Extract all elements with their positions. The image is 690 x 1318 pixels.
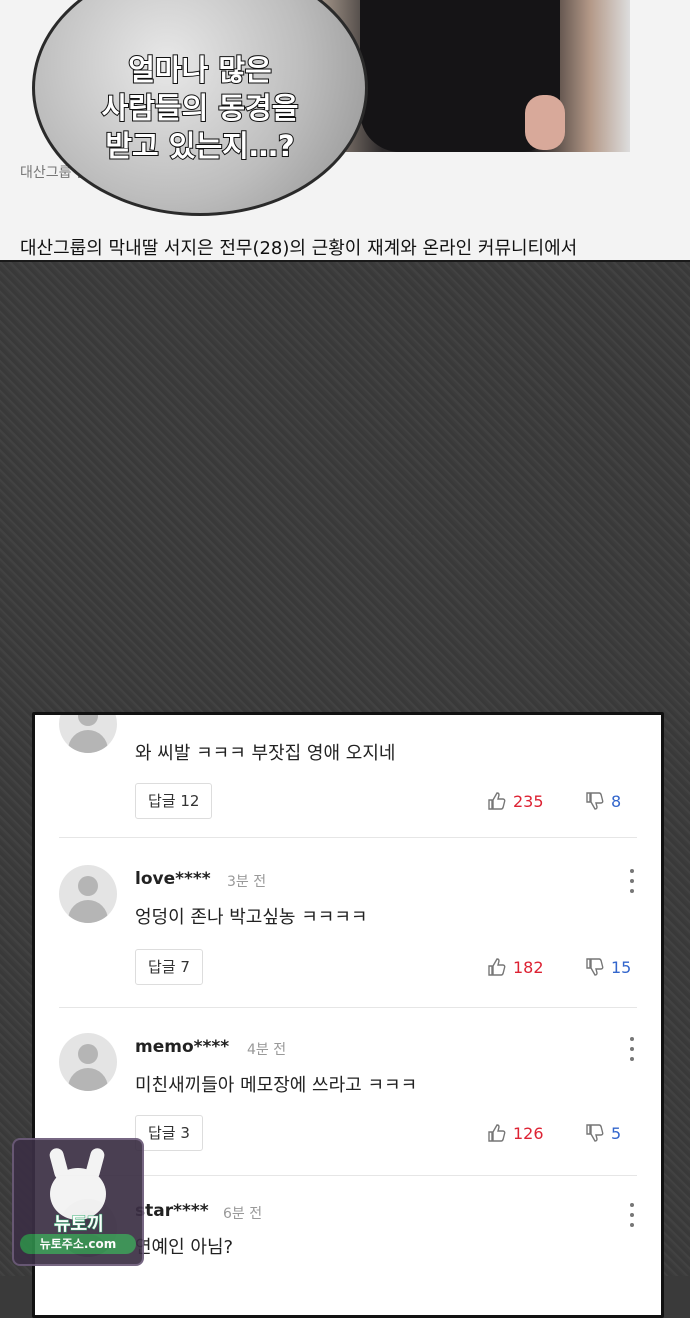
speech-bubble: 얼마나 많은 사람들의 동경을 받고 있는지…? [32,0,368,216]
avatar-icon [59,865,117,923]
logo-site: 뉴토주소.com [20,1234,136,1254]
comment-text: 연예인 아님? [135,1237,234,1258]
thumbs-up-icon [488,792,506,810]
dislike-count: 8 [611,791,622,811]
comment-separator [59,1175,637,1176]
comment-separator [59,1007,637,1008]
reply-button[interactable]: 답글 12 [135,783,213,819]
dislike-count: 5 [611,1123,622,1143]
thumbs-up-icon [488,958,506,976]
comment-separator [59,837,637,838]
avatar-icon [59,715,117,753]
thumbs-down-icon [586,958,604,976]
avatar-icon [59,1033,117,1091]
speech-bubble-text: 얼마나 많은 사람들의 동경을 받고 있는지…? [101,52,300,164]
article-panel: 대산그룹 출근하고 있다. /사진=대산그룹 얼마나 많은 사람들의 동경을 받… [0,0,690,262]
comment-user[interactable]: jkok [135,712,175,715]
comment-user[interactable]: memo**** [135,1037,229,1057]
logo-title: 뉴토끼 [54,1214,105,1236]
dislike-button[interactable]: 15 [585,955,631,979]
site-logo: 뉴토끼 뉴토주소.com [12,1138,144,1266]
thumbs-down-icon [586,1124,604,1142]
comment-time: 4분 전 [247,1042,287,1058]
like-count: 182 [513,957,544,977]
like-button[interactable]: 126 [487,1121,544,1145]
like-count: 126 [513,1123,544,1143]
dislike-count: 15 [611,957,632,977]
comment-user[interactable]: star**** [135,1201,209,1221]
thumbs-down-icon [586,792,604,810]
more-vertical-icon[interactable] [629,869,635,893]
reply-button[interactable]: 답글 3 [135,1115,203,1151]
more-vertical-icon[interactable] [629,1037,635,1061]
comment-time: 3분 전 [227,874,267,890]
article-text: 대산그룹의 막내딸 서지은 전무(28)의 근황이 재계와 온라인 커뮤니티에서 [20,238,578,259]
like-count: 235 [513,791,544,811]
thumbs-up-icon [488,1124,506,1142]
comment-text: 와 씨발 ㅋㅋㅋ 부잣집 영애 오지네 [135,743,396,764]
comment-user[interactable]: love**** [135,869,211,889]
comment-item: love**** 3분 전 엉덩이 존나 박고싶농 ㅋㅋㅋㅋ 답글 7 182 … [35,845,661,1015]
dislike-button[interactable]: 5 [585,1121,621,1145]
comment-item: jkok 와 씨발 ㅋㅋㅋ 부잣집 영애 오지네 답글 12 235 8 [35,712,661,845]
photo-hand [525,95,565,150]
comment-time: 6분 전 [223,1206,263,1222]
comment-text: 엉덩이 존나 박고싶농 ㅋㅋㅋㅋ [135,907,368,928]
comment-text: 미친새끼들아 메모장에 쓰라고 ㅋㅋㅋ [135,1075,418,1096]
reply-button[interactable]: 답글 7 [135,949,203,985]
like-button[interactable]: 182 [487,955,544,979]
more-vertical-icon[interactable] [629,1203,635,1227]
like-button[interactable]: 235 [487,789,544,813]
dislike-button[interactable]: 8 [585,789,621,813]
